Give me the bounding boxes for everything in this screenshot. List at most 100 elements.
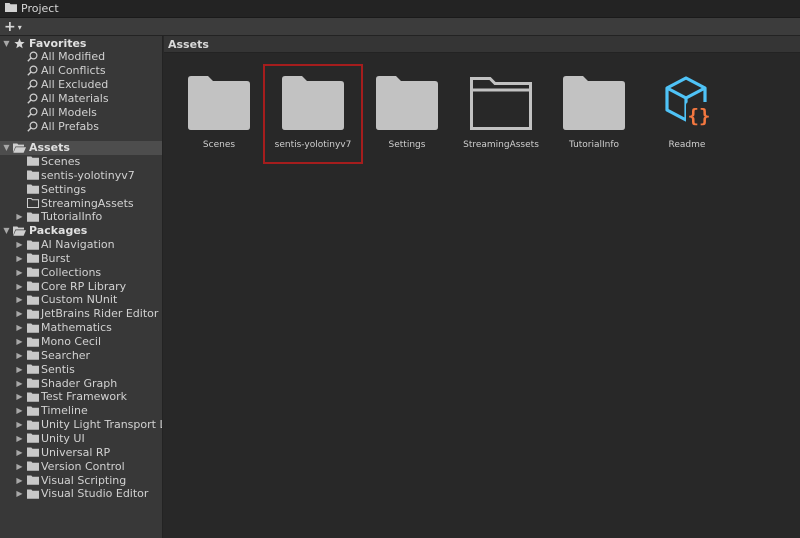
folder-icon [26,294,39,305]
favorites-item[interactable]: All Excluded [0,78,162,92]
folder-icon [26,267,39,278]
tree-header-assets[interactable]: ▼ Assets [0,140,162,155]
asset-tile[interactable]: sentis-yolotinyv7 [263,64,363,164]
package-item[interactable]: ▶ Custom NUnit [0,293,162,307]
package-item-label: Visual Studio Editor [41,487,149,501]
search-icon [26,121,39,132]
expand-arrow-right-icon[interactable]: ▶ [15,351,24,360]
asset-tile[interactable]: StreamingAssets [453,66,549,162]
expand-arrow-right-icon[interactable]: ▶ [15,379,24,388]
folder-icon [26,322,39,333]
folder-icon [26,281,39,292]
asset-tile[interactable]: TutorialInfo [546,66,642,162]
folder-icon [26,336,39,347]
package-item[interactable]: ▶ Test Framework [0,390,162,404]
expand-arrow-down-icon[interactable]: ▼ [2,226,11,235]
expand-arrow-down-icon[interactable]: ▼ [2,143,11,152]
folder-icon [26,419,39,430]
folder-icon [26,447,39,458]
package-item[interactable]: ▶ Timeline [0,404,162,418]
expand-arrow-down-icon[interactable]: ▼ [2,39,11,48]
favorites-item[interactable]: All Prefabs [0,119,162,133]
package-item[interactable]: ▶ Mathematics [0,321,162,335]
package-item[interactable]: ▶ Visual Studio Editor [0,487,162,501]
folder-icon [26,391,39,402]
package-item[interactable]: ▶ Searcher [0,348,162,362]
expand-arrow-right-icon[interactable]: ▶ [15,212,24,221]
assets-tree-item[interactable]: ▶ TutorialInfo [0,210,162,224]
package-item[interactable]: ▶ AI Navigation [0,238,162,252]
expand-arrow-right-icon[interactable]: ▶ [15,434,24,443]
favorites-item-label: All Conflicts [41,64,106,78]
package-item-label: Timeline [41,404,88,418]
assets-tree-item[interactable]: StreamingAssets [0,196,162,210]
create-asset-button[interactable]: + ▾ [4,20,22,34]
package-item-label: Unity UI [41,431,85,445]
expand-arrow-right-icon[interactable]: ▶ [15,365,24,374]
asset-tile[interactable]: {} Readme [639,66,735,162]
package-item[interactable]: ▶ Collections [0,265,162,279]
favorites-item-label: All Materials [41,91,109,105]
package-item[interactable]: ▶ Unity Light Transport Lib [0,418,162,432]
package-item[interactable]: ▶ Sentis [0,362,162,376]
package-item[interactable]: ▶ Core RP Library [0,279,162,293]
folder-icon [26,488,39,499]
project-tree-sidebar[interactable]: ▼ Favorites All Modified All Conflicts All E… [0,36,163,538]
assets-tree-item[interactable]: Settings [0,182,162,196]
folder-icon [26,308,39,319]
expand-arrow-right-icon[interactable]: ▶ [15,476,24,485]
tree-header-favorites[interactable]: ▼ Favorites [0,36,162,50]
package-item[interactable]: ▶ Mono Cecil [0,335,162,349]
assets-tree-item[interactable]: Scenes [0,154,162,168]
package-item[interactable]: ▶ Unity UI [0,431,162,445]
asset-tile-label: Readme [668,140,706,150]
expand-arrow-right-icon[interactable]: ▶ [15,309,24,318]
search-icon [26,51,39,62]
expand-arrow-right-icon[interactable]: ▶ [15,406,24,415]
breadcrumb-assets[interactable]: Assets [168,38,209,51]
favorites-item[interactable]: All Materials [0,91,162,105]
window-tab-title[interactable]: Project [21,2,59,15]
expand-arrow-right-icon[interactable]: ▶ [15,448,24,457]
window-titlebar: Project [0,0,800,18]
assets-tree-item[interactable]: sentis-yolotinyv7 [0,168,162,182]
project-toolbar: + ▾ [0,18,800,36]
package-item[interactable]: ▶ Shader Graph [0,376,162,390]
package-item-label: Test Framework [41,390,128,404]
expand-arrow-right-icon[interactable]: ▶ [15,323,24,332]
assets-tree-item-label: sentis-yolotinyv7 [41,168,135,182]
folder-icon [26,170,39,181]
favorites-item[interactable]: All Models [0,105,162,119]
asset-tile[interactable]: Scenes [171,66,267,162]
asset-tile-label: StreamingAssets [463,140,539,150]
favorites-item[interactable]: All Conflicts [0,64,162,78]
expand-arrow-right-icon[interactable]: ▶ [15,462,24,471]
expand-arrow-right-icon[interactable]: ▶ [15,282,24,291]
tree-header-packages[interactable]: ▼ Packages [0,224,162,238]
folder-icon [26,211,39,222]
favorites-item-label: All Modified [41,50,106,64]
folder-icon [26,433,39,444]
package-item[interactable]: ▶ Version Control [0,459,162,473]
folder-icon [26,156,39,167]
expand-arrow-right-icon[interactable]: ▶ [15,268,24,277]
package-item[interactable]: ▶ JetBrains Rider Editor [0,307,162,321]
package-item[interactable]: ▶ Burst [0,251,162,265]
folder-icon [5,2,17,15]
expand-arrow-right-icon[interactable]: ▶ [15,420,24,429]
package-item[interactable]: ▶ Visual Scripting [0,473,162,487]
expand-arrow-right-icon[interactable]: ▶ [15,392,24,401]
package-item-label: Collections [41,265,102,279]
asset-tile[interactable]: Settings [359,66,455,162]
package-item-label: Searcher [41,348,91,362]
tree-header-favorites-label: Favorites [29,36,87,50]
folder-open-icon [13,142,26,153]
expand-arrow-right-icon[interactable]: ▶ [15,489,24,498]
expand-arrow-right-icon[interactable]: ▶ [15,337,24,346]
expand-arrow-right-icon[interactable]: ▶ [15,240,24,249]
expand-arrow-right-icon[interactable]: ▶ [15,295,24,304]
chevron-down-icon: ▾ [17,23,22,32]
expand-arrow-right-icon[interactable]: ▶ [15,254,24,263]
package-item[interactable]: ▶ Universal RP [0,445,162,459]
favorites-item[interactable]: All Modified [0,50,162,64]
